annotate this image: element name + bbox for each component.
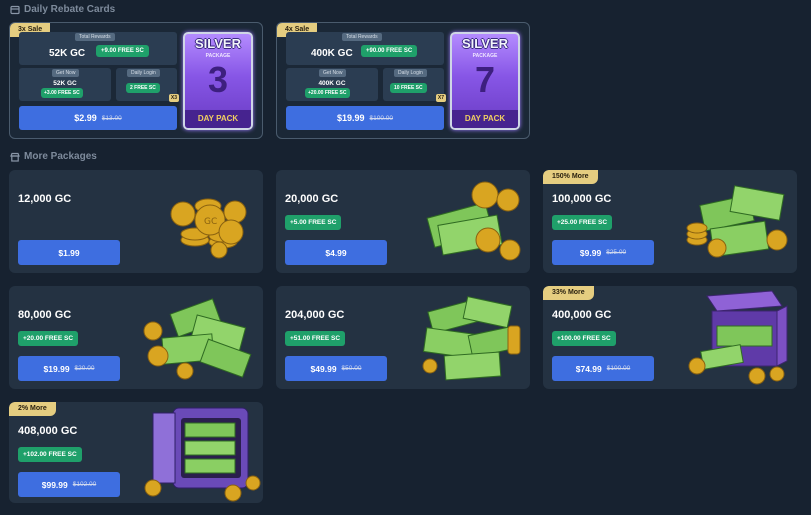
multiplier-badge: X7 — [435, 94, 446, 102]
silver-package-card: SILVER PACKAGE 3 DAY PACK — [183, 32, 253, 130]
free-sc-pill: +102.00 FREE SC — [18, 447, 82, 462]
buy-package-button[interactable]: $99.99 $102.00 — [18, 472, 120, 497]
total-rewards-box: Total Rewards 400K GC +90.00 FREE SC — [286, 32, 444, 65]
silver-day-number: 7 — [474, 59, 496, 100]
cash-stack-icon — [686, 185, 788, 258]
price: $74.99 — [575, 363, 602, 374]
price: $4.99 — [325, 247, 347, 258]
package-title: 204,000 GC — [285, 309, 345, 321]
package-card: 20,000 GC +5.00 FREE SC $4.99 — [276, 170, 530, 273]
price: $49.99 — [310, 363, 337, 374]
get-now-sc-pill: +20.00 FREE SC — [305, 88, 350, 98]
card-icon — [10, 5, 20, 14]
multiplier-badge: X3 — [168, 94, 179, 102]
total-sc-pill: +9.00 FREE SC — [96, 45, 149, 57]
silver-title: SILVER — [195, 36, 241, 51]
daily-login-sc-pill: 10 FREE SC — [390, 83, 427, 93]
daily-login-label: Daily Login — [127, 69, 160, 77]
old-price: $20.00 — [74, 365, 95, 372]
get-now-box: Get Now 400K GC +20.00 FREE SC — [286, 68, 378, 101]
package-title: 100,000 GC — [552, 193, 612, 205]
price: $19.99 — [336, 113, 365, 123]
total-gc-value: 52K GC — [49, 48, 86, 59]
treasure-box-icon — [688, 290, 788, 385]
old-price: $102.00 — [72, 481, 97, 488]
get-now-gc: 400K GC — [318, 80, 346, 87]
free-sc-pill: +20.00 FREE SC — [18, 331, 79, 346]
rebate-section-label: Daily Rebate Cards — [24, 4, 116, 15]
old-price: $25.00 — [606, 249, 627, 256]
bonus-badge: 2% More — [9, 402, 56, 416]
old-price: $50.00 — [341, 365, 362, 372]
free-sc-pill: +25.00 FREE SC — [552, 215, 613, 230]
package-card: 80,000 GC +20.00 FREE SC $19.99 $20.00 — [9, 286, 263, 389]
silver-day-number: 3 — [207, 59, 229, 100]
buy-package-button[interactable]: $9.99 $25.00 — [552, 240, 654, 265]
silver-footer: DAY PACK — [452, 110, 518, 128]
price: $2.99 — [74, 113, 97, 123]
package-card: 204,000 GC +51.00 FREE SC $49.99 $50.00 — [276, 286, 530, 389]
package-title: 20,000 GC — [285, 193, 339, 205]
daily-login-box: Daily Login 2 FREE SC X3 — [116, 68, 179, 102]
free-sc-pill: +51.00 FREE SC — [285, 331, 346, 346]
package-card: 12,000 GC $1.99 GC — [9, 170, 263, 273]
total-rewards-label: Total Rewards — [342, 33, 382, 41]
get-now-sc-pill: +3.00 FREE SC — [41, 88, 83, 98]
svg-text:GC: GC — [204, 217, 217, 227]
bonus-badge: 33% More — [543, 286, 594, 300]
package-title: 400,000 GC — [552, 309, 612, 321]
packages-section-title: More Packages — [10, 151, 97, 162]
get-now-label: Get Now — [52, 69, 80, 77]
daily-login-box: Daily Login 10 FREE SC X7 — [383, 68, 446, 102]
package-title: 408,000 GC — [18, 425, 78, 437]
free-sc-pill: +100.00 FREE SC — [552, 331, 616, 346]
free-sc-pill: +5.00 FREE SC — [285, 215, 342, 230]
package-title: 80,000 GC — [18, 309, 72, 321]
cash-heap-icon — [422, 296, 521, 381]
old-price: $100.00 — [606, 365, 631, 372]
rebate-card-1: 3x Sale Total Rewards 52K GC +9.00 FREE … — [9, 22, 263, 139]
get-now-box: Get Now 52K GC +3.00 FREE SC — [19, 68, 111, 101]
package-card: 150% More 100,000 GC +25.00 FREE SC $9.9… — [543, 170, 797, 273]
package-card: 2% More 408,000 GC +102.00 FREE SC $99.9… — [9, 402, 263, 503]
package-card: 33% More 400,000 GC +100.00 FREE SC $74.… — [543, 286, 797, 389]
buy-package-button[interactable]: $1.99 — [18, 240, 120, 265]
bonus-badge: 150% More — [543, 170, 598, 184]
get-now-gc: 52K GC — [53, 80, 77, 87]
buy-rebate-button[interactable]: $2.99 $13.00 — [19, 106, 177, 130]
daily-login-label: Daily Login — [394, 69, 427, 77]
buy-package-button[interactable]: $4.99 — [285, 240, 387, 265]
price: $19.99 — [43, 363, 70, 374]
price: $99.99 — [41, 479, 68, 490]
price: $1.99 — [58, 247, 80, 258]
silver-package-card: SILVER PACKAGE 7 DAY PACK — [450, 32, 520, 130]
total-rewards-box: Total Rewards 52K GC +9.00 FREE SC — [19, 32, 177, 65]
buy-package-button[interactable]: $19.99 $20.00 — [18, 356, 120, 381]
vault-icon — [144, 407, 261, 502]
total-rewards-label: Total Rewards — [75, 33, 115, 41]
buy-package-button[interactable]: $74.99 $100.00 — [552, 356, 654, 381]
price: $9.99 — [579, 247, 602, 258]
package-title: 12,000 GC — [18, 193, 72, 205]
total-gc-value: 400K GC — [311, 48, 353, 59]
buy-rebate-button[interactable]: $19.99 $100.00 — [286, 106, 444, 130]
packages-section-label: More Packages — [24, 151, 97, 162]
silver-title: SILVER — [462, 36, 508, 51]
total-sc-pill: +90.00 FREE SC — [361, 45, 418, 57]
get-now-label: Get Now — [319, 69, 347, 77]
silver-footer: DAY PACK — [185, 110, 251, 128]
shop-icon — [10, 152, 20, 162]
rebate-card-2: 4x Sale Total Rewards 400K GC +90.00 FRE… — [276, 22, 530, 139]
coins-icon: GC — [170, 198, 247, 259]
cash-coins-icon — [426, 181, 521, 261]
daily-login-sc-pill: 2 FREE SC — [126, 83, 160, 93]
old-price: $13.00 — [101, 114, 122, 122]
old-price: $100.00 — [369, 114, 394, 122]
cash-pile-icon — [143, 298, 252, 380]
rebate-section-title: Daily Rebate Cards — [10, 4, 115, 15]
buy-package-button[interactable]: $49.99 $50.00 — [285, 356, 387, 381]
